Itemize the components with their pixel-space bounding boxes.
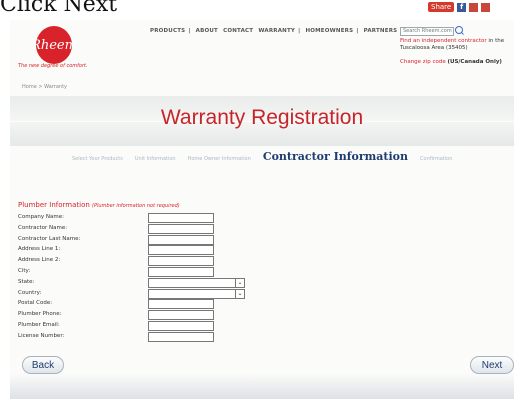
zip-code-row: Change zip code (US/Canada Only) <box>400 59 502 65</box>
facebook-icon[interactable]: f <box>457 2 467 12</box>
chevron-down-icon[interactable]: ⌄ <box>235 278 244 287</box>
step-unit-information: Unit Information <box>134 156 176 162</box>
plumber-email-field[interactable] <box>148 320 214 331</box>
address-line-2-field[interactable] <box>148 256 214 267</box>
address-line-1-field[interactable] <box>148 245 214 256</box>
company-name-field[interactable] <box>148 213 214 223</box>
contractor-last-name-row: Contractor Last Name: <box>18 234 258 246</box>
step-confirmation: Confirmation <box>420 156 453 162</box>
plumber-email-row: Plumber Email: <box>18 320 258 332</box>
area-text: Tuscaloosa Area (35405) <box>400 45 468 51</box>
license-number-field[interactable] <box>148 331 214 342</box>
plumber-phone-row: Plumber Phone: <box>18 310 258 321</box>
postal-code-field[interactable] <box>148 299 214 310</box>
state-select[interactable]: ⌄ <box>148 277 245 288</box>
change-zip-link[interactable]: Change zip code <box>400 59 446 65</box>
back-button[interactable]: Back <box>22 356 64 374</box>
plumber-form: Company Name: Contractor Name: Contracto… <box>18 213 258 343</box>
search-icon[interactable] <box>455 26 463 34</box>
breadcrumb[interactable]: Home > Warranty <box>22 84 67 90</box>
footer-band <box>10 374 514 399</box>
plumber-phone-field[interactable] <box>148 310 214 321</box>
progress-steps: Select Your Products Unit Information Ho… <box>72 150 512 163</box>
instruction-caption: Click Next <box>0 0 118 17</box>
country-row: Country: ⌄ <box>18 288 258 300</box>
city-row: City: <box>18 266 258 278</box>
nav-about[interactable]: ABOUT <box>196 28 218 34</box>
step-contractor-information: Contractor Information <box>262 150 409 163</box>
find-contractor: Find an independent contractor in the Tu… <box>400 38 505 51</box>
top-nav: PRODUCTS | ABOUT CONTACT WARRANTY | HOMEOW… <box>150 28 398 34</box>
contractor-name-row: Contractor Name: <box>18 223 258 235</box>
find-contractor-link[interactable]: Find an independent contractor <box>400 38 487 44</box>
step-select-products: Select Your Products <box>72 156 123 162</box>
page-title: Warranty Registration <box>160 106 364 129</box>
rheem-logo[interactable]: Rheem <box>31 26 77 64</box>
country-select[interactable]: ⌄ <box>148 288 245 299</box>
tagline: The new degree of comfort. <box>18 63 88 69</box>
license-number-row: License Number: <box>18 331 258 343</box>
address-line-1-row: Address Line 1: <box>18 245 258 256</box>
contractor-last-name-field[interactable] <box>148 234 214 245</box>
chevron-down-icon[interactable]: ⌄ <box>235 289 244 298</box>
contractor-name-field[interactable] <box>148 223 214 234</box>
step-home-owner-information: Home Owner Information <box>187 156 251 162</box>
email-share-icon[interactable] <box>469 2 479 12</box>
company-name-row: Company Name: <box>18 213 258 224</box>
nav-homeowners[interactable]: HOMEOWNERS <box>305 28 353 34</box>
search-input[interactable]: Search Rheem.com <box>400 27 454 36</box>
state-row: State: ⌄ <box>18 277 258 289</box>
section-title: Plumber Information (Plumber information… <box>18 201 180 209</box>
nav-partners[interactable]: PARTNERS <box>364 28 398 34</box>
city-field[interactable] <box>148 266 214 277</box>
postal-code-row: Postal Code: <box>18 299 258 310</box>
address-line-2-row: Address Line 2: <box>18 256 258 267</box>
next-button[interactable]: Next <box>470 356 514 374</box>
more-share-icon[interactable] <box>481 2 491 12</box>
nav-contact[interactable]: CONTACT <box>223 28 253 34</box>
nav-warranty[interactable]: WARRANTY <box>258 28 295 34</box>
share-bar: Share f <box>428 2 491 12</box>
section-note: (Plumber information not required) <box>92 203 180 209</box>
share-button[interactable]: Share <box>428 2 455 12</box>
nav-products[interactable]: PRODUCTS <box>150 28 185 34</box>
